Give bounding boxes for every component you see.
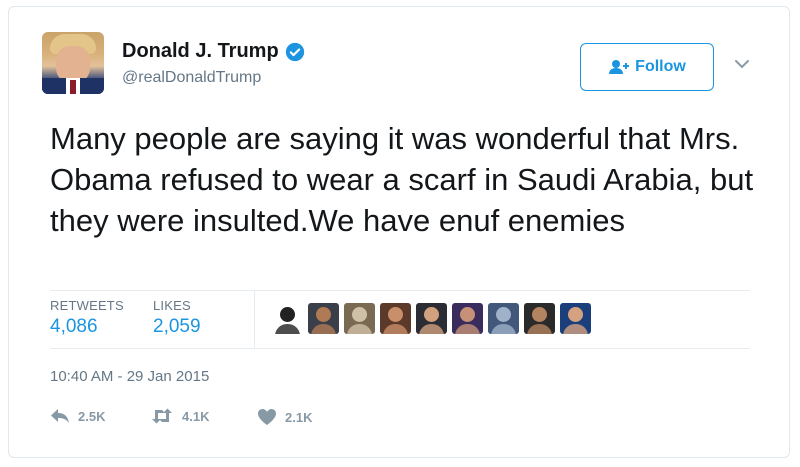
heart-icon [258, 409, 276, 425]
liker-avatar-2[interactable] [308, 303, 339, 334]
chevron-down-icon[interactable] [734, 58, 750, 70]
likes-count: 2,059 [153, 316, 201, 337]
liker-avatar-8[interactable] [524, 303, 555, 334]
retweet-count: 4.1K [182, 408, 210, 424]
tweet-timestamp[interactable]: 10:40 AM - 29 Jan 2015 [50, 368, 209, 385]
liker-avatar-5[interactable] [416, 303, 447, 334]
reply-count: 2.5K [78, 408, 106, 424]
like-button[interactable]: 2.1K [257, 408, 312, 426]
author-handle[interactable]: @realDonaldTrump [122, 69, 261, 87]
verified-badge-icon [285, 42, 304, 61]
liker-avatar-6[interactable] [452, 303, 483, 334]
retweets-count: 4,086 [50, 316, 98, 337]
divider-bottom [50, 348, 750, 349]
retweet-button[interactable]: 4.1K [150, 408, 209, 424]
likes-label: LIKES [153, 298, 191, 313]
retweet-icon [152, 408, 172, 424]
tweet-text: Many people are saying it was wonderful … [50, 121, 754, 238]
liker-avatar-7[interactable] [488, 303, 519, 334]
follow-button[interactable]: Follow [580, 43, 714, 91]
add-user-icon [609, 60, 630, 74]
liker-avatar-9[interactable] [560, 303, 591, 334]
liker-avatar-4[interactable] [380, 303, 411, 334]
likes-stat[interactable]: LIKES 2,059 [153, 298, 201, 338]
follow-button-label: Follow [635, 58, 686, 75]
reply-icon [51, 409, 69, 423]
author-name-row[interactable]: Donald J. Trump [122, 40, 305, 63]
retweets-label: RETWEETS [50, 298, 124, 313]
likers-avatar-row [272, 303, 596, 334]
like-count: 2.1K [285, 409, 313, 425]
liker-avatar-3[interactable] [344, 303, 375, 334]
author-display-name[interactable]: Donald J. Trump [122, 40, 279, 63]
liker-avatar-1[interactable] [272, 303, 303, 334]
author-avatar[interactable] [42, 32, 104, 94]
divider-top [50, 290, 750, 291]
reply-button[interactable]: 2.5K [50, 408, 105, 424]
stats-separator [254, 290, 255, 348]
retweets-stat[interactable]: RETWEETS 4,086 [50, 298, 124, 338]
